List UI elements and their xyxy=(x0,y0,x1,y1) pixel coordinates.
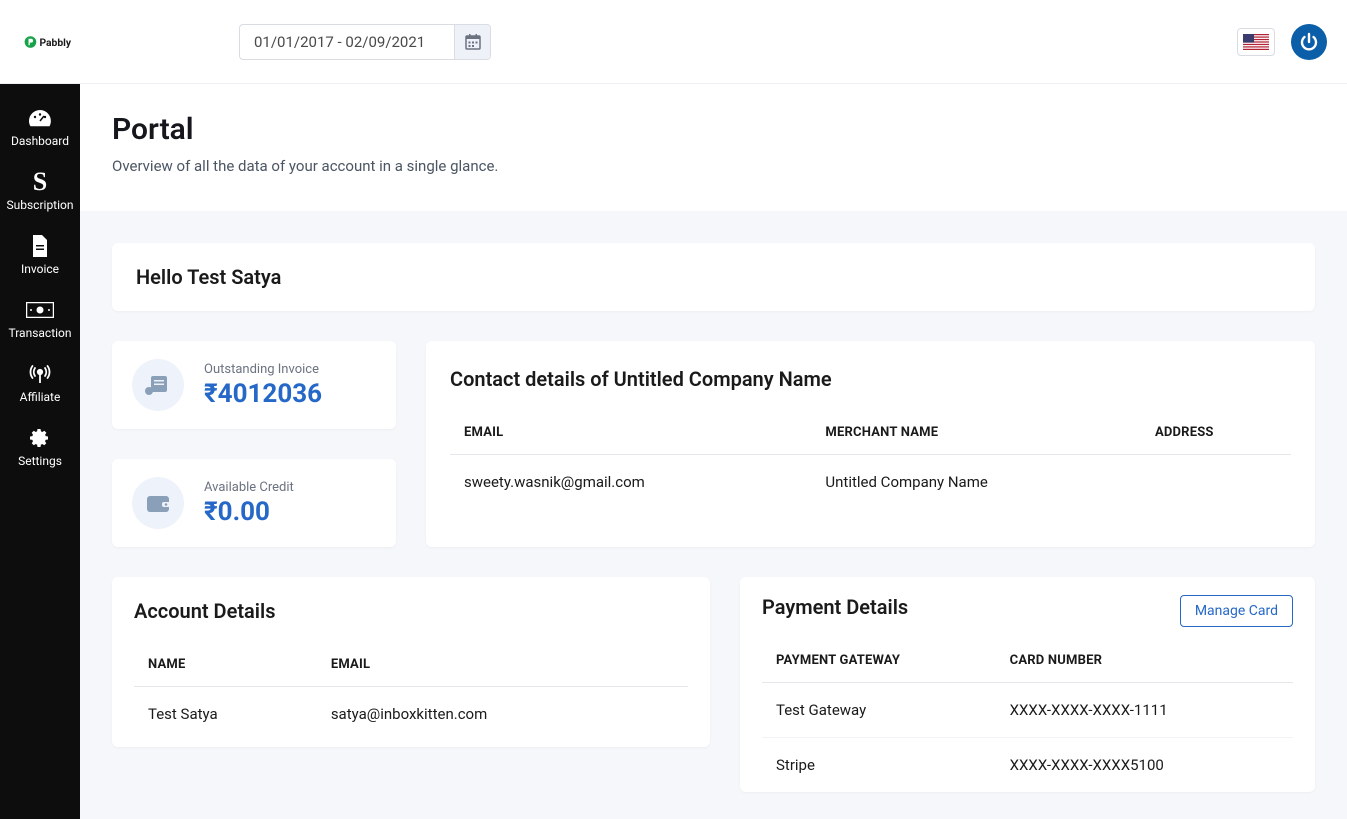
cell-merchant: Untitled Company Name xyxy=(811,455,1141,510)
main: Portal Overview of all the data of your … xyxy=(80,84,1347,819)
sidebar: Dashboard S Subscription Invoice Transac… xyxy=(0,84,80,819)
card-title: Account Details xyxy=(134,599,688,623)
invoice-scroll-icon xyxy=(132,359,184,411)
sidebar-item-dashboard[interactable]: Dashboard xyxy=(0,96,80,160)
language-flag-button[interactable] xyxy=(1237,28,1275,56)
table-row: sweety.wasnik@gmail.com Untitled Company… xyxy=(450,455,1291,510)
metric-value: ₹0.00 xyxy=(204,497,294,527)
sidebar-item-transaction[interactable]: Transaction xyxy=(0,288,80,352)
payment-table: PAYMENT GATEWAY CARD NUMBER Test Gateway… xyxy=(762,641,1293,792)
card-title: Contact details of Untitled Company Name xyxy=(450,367,1291,391)
date-range-input[interactable] xyxy=(240,25,454,59)
sidebar-item-settings[interactable]: Settings xyxy=(0,416,80,480)
sidebar-item-label: Dashboard xyxy=(11,134,69,148)
contact-details-card: Contact details of Untitled Company Name… xyxy=(426,341,1315,547)
account-table: NAME EMAIL Test Satya satya@inboxkitten.… xyxy=(134,645,688,741)
account-details-card: Account Details NAME EMAIL Test Satya sa… xyxy=(112,577,710,747)
cell-address xyxy=(1141,455,1291,510)
metric-value: ₹4012036 xyxy=(204,379,322,409)
cell-name: Test Satya xyxy=(134,687,317,742)
manage-card-button[interactable]: Manage Card xyxy=(1180,595,1293,627)
cell-gateway: Test Gateway xyxy=(762,683,996,738)
column-header: EMAIL xyxy=(450,413,811,455)
payment-details-card: Payment Details Manage Card PAYMENT GATE… xyxy=(740,577,1315,792)
table-row: Test Satya satya@inboxkitten.com xyxy=(134,687,688,742)
subscription-icon: S xyxy=(33,170,47,194)
sidebar-item-label: Invoice xyxy=(21,262,59,276)
sidebar-item-label: Settings xyxy=(18,454,62,468)
column-header: ADDRESS xyxy=(1141,413,1291,455)
outstanding-invoice-card: Outstanding Invoice ₹4012036 xyxy=(112,341,396,429)
cell-email: sweety.wasnik@gmail.com xyxy=(450,455,811,510)
page-subtitle: Overview of all the data of your account… xyxy=(112,157,1315,175)
money-icon xyxy=(26,298,54,322)
power-icon xyxy=(1299,32,1319,52)
flag-us-icon xyxy=(1243,34,1269,50)
gauge-icon xyxy=(27,106,53,130)
column-header: EMAIL xyxy=(317,645,688,687)
table-row: Test Gateway XXXX-XXXX-XXXX-1111 xyxy=(762,683,1293,738)
cell-card: XXXX-XXXX-XXXX5100 xyxy=(996,738,1293,793)
calendar-icon xyxy=(465,34,481,50)
broadcast-icon xyxy=(29,362,51,386)
wallet-icon xyxy=(132,477,184,529)
cell-card: XXXX-XXXX-XXXX-1111 xyxy=(996,683,1293,738)
contact-table: EMAIL MERCHANT NAME ADDRESS sweety.wasni… xyxy=(450,413,1291,509)
sidebar-item-subscription[interactable]: S Subscription xyxy=(0,160,80,224)
table-row: Stripe XXXX-XXXX-XXXX5100 xyxy=(762,738,1293,793)
sidebar-item-invoice[interactable]: Invoice xyxy=(0,224,80,288)
cell-gateway: Stripe xyxy=(762,738,996,793)
column-header: CARD NUMBER xyxy=(996,641,1293,683)
page-title: Portal xyxy=(112,112,1315,147)
column-header: PAYMENT GATEWAY xyxy=(762,641,996,683)
greeting-card: Hello Test Satya xyxy=(112,243,1315,311)
sidebar-item-affiliate[interactable]: Affiliate xyxy=(0,352,80,416)
metric-label: Available Credit xyxy=(204,480,294,495)
available-credit-card: Available Credit ₹0.00 xyxy=(112,459,396,547)
calendar-button[interactable] xyxy=(454,25,490,59)
cell-email: satya@inboxkitten.com xyxy=(317,687,688,742)
date-range-picker[interactable] xyxy=(239,24,491,60)
power-button[interactable] xyxy=(1291,24,1327,60)
sidebar-item-label: Subscription xyxy=(7,198,74,212)
brand-logo: Pabbly xyxy=(24,32,82,52)
card-title: Payment Details xyxy=(762,595,908,619)
svg-text:Pabbly: Pabbly xyxy=(39,35,71,48)
column-header: NAME xyxy=(134,645,317,687)
gear-icon xyxy=(30,426,50,450)
metric-label: Outstanding Invoice xyxy=(204,362,322,377)
page-header: Portal Overview of all the data of your … xyxy=(80,84,1347,211)
file-icon xyxy=(31,234,49,258)
topbar: Pabbly xyxy=(0,0,1347,84)
sidebar-item-label: Affiliate xyxy=(20,390,61,404)
column-header: MERCHANT NAME xyxy=(811,413,1141,455)
sidebar-item-label: Transaction xyxy=(8,326,71,340)
